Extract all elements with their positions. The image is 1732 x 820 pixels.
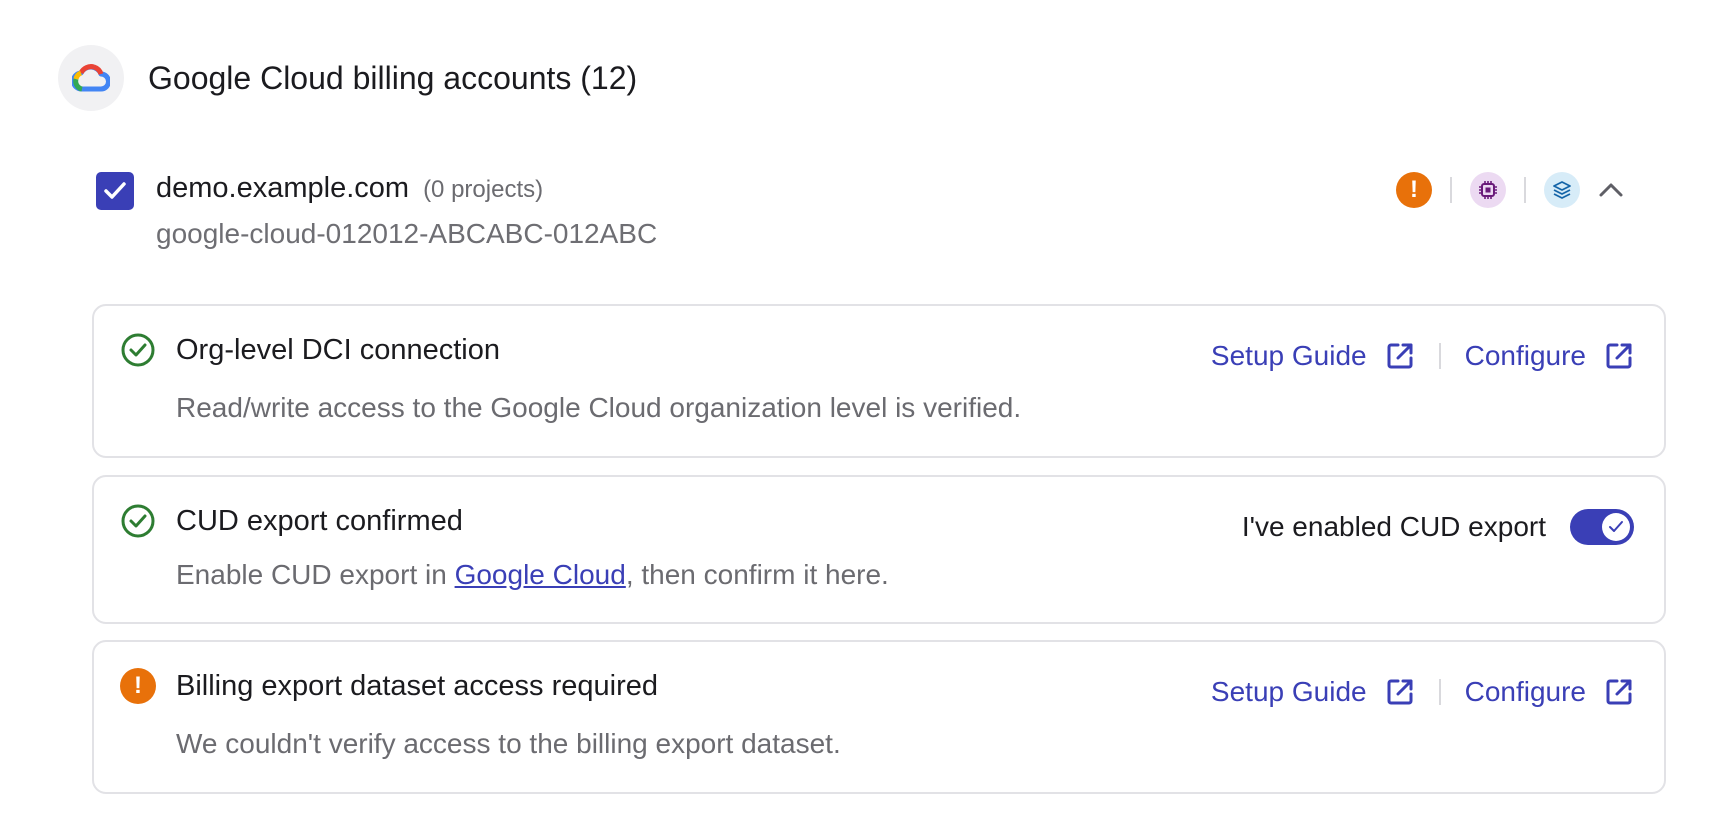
description-suffix: , then confirm it here. <box>625 559 889 590</box>
chip-icon[interactable] <box>1470 172 1506 208</box>
check-circle-icon <box>121 504 155 538</box>
page-title: Google Cloud billing accounts (12) <box>148 59 638 96</box>
cud-export-toggle[interactable] <box>1570 509 1634 545</box>
cud-export-toggle-group: I've enabled CUD export <box>1242 509 1634 545</box>
card-description: We couldn't verify access to the billing… <box>176 728 841 759</box>
account-status-icons: ! <box>1396 168 1626 212</box>
layers-icon[interactable] <box>1544 172 1580 208</box>
setup-guide-link[interactable]: Setup Guide <box>1211 340 1415 372</box>
account-name: demo.example.com <box>156 172 410 204</box>
divider <box>1438 679 1441 705</box>
external-link-icon <box>1606 679 1632 705</box>
alert-icon[interactable]: ! <box>1396 172 1432 208</box>
divider <box>1524 177 1526 203</box>
card-title: Org-level DCI connection <box>176 334 500 366</box>
billing-account-row: demo.example.com (0 projects) google-clou… <box>96 168 1626 258</box>
divider <box>1450 177 1452 203</box>
google-cloud-link[interactable]: Google Cloud <box>455 559 626 590</box>
billing-account-id: google-cloud-012012-ABCABC-012ABC <box>156 218 658 249</box>
configure-label: Configure <box>1464 676 1586 707</box>
chevron-up-icon[interactable] <box>1596 175 1626 205</box>
card-description: Enable CUD export in Google Cloud, then … <box>176 559 889 591</box>
status-card-cud-export: CUD export confirmed Enable CUD export i… <box>92 475 1666 624</box>
toggle-label: I've enabled CUD export <box>1241 511 1546 542</box>
warning-icon: ! <box>120 668 156 704</box>
warning-glyph: ! <box>134 672 142 699</box>
toggle-knob <box>1602 513 1630 541</box>
card-links: Setup Guide Configure <box>1211 676 1634 708</box>
external-link-icon <box>1387 679 1413 705</box>
external-link-icon <box>1387 343 1413 369</box>
status-card-billing-export: ! Billing export dataset access required… <box>92 640 1666 794</box>
external-link-icon <box>1606 343 1632 369</box>
setup-guide-label: Setup Guide <box>1210 676 1367 707</box>
setup-guide-link[interactable]: Setup Guide <box>1211 676 1415 708</box>
status-card-dci-connection: Org-level DCI connection Read/write acce… <box>92 304 1666 458</box>
card-title: CUD export confirmed <box>176 505 463 537</box>
alert-glyph: ! <box>1410 176 1418 203</box>
check-icon <box>104 182 126 199</box>
card-description: Read/write access to the Google Cloud or… <box>176 392 1022 423</box>
card-links: Setup Guide Configure <box>1211 340 1634 372</box>
account-name-line: demo.example.com (0 projects) <box>156 172 543 205</box>
configure-link[interactable]: Configure <box>1465 340 1634 372</box>
divider <box>1438 343 1441 369</box>
section-header: Google Cloud billing accounts (12) <box>58 45 637 111</box>
billing-accounts-page: Google Cloud billing accounts (12) demo.… <box>0 0 1732 820</box>
configure-link[interactable]: Configure <box>1465 676 1634 708</box>
setup-guide-label: Setup Guide <box>1210 340 1367 371</box>
card-title: Billing export dataset access required <box>176 670 658 702</box>
project-count: (0 projects) <box>423 176 544 203</box>
check-circle-icon <box>121 333 155 367</box>
google-cloud-logo-icon <box>58 45 124 111</box>
account-checkbox[interactable] <box>96 172 134 210</box>
check-icon <box>1609 521 1623 532</box>
configure-label: Configure <box>1464 340 1586 371</box>
description-prefix: Enable CUD export in <box>176 559 455 590</box>
